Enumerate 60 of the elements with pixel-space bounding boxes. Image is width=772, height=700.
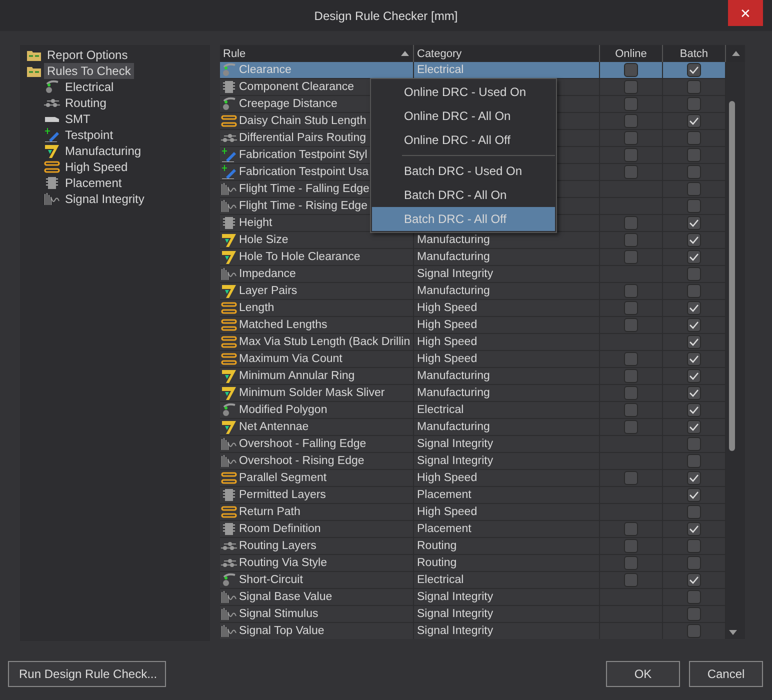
rule-name: Hole To Hole Clearance bbox=[239, 251, 360, 263]
rule-name: Clearance bbox=[239, 64, 292, 76]
rule-name: Creepage Distance bbox=[239, 98, 338, 110]
rule-name: Parallel Segment bbox=[239, 472, 327, 484]
rule-category: Manufacturing bbox=[417, 285, 490, 297]
rule-name: Maximum Via Count bbox=[239, 353, 342, 365]
rule-category: High Speed bbox=[417, 353, 478, 365]
rule-category: Electrical bbox=[417, 64, 464, 76]
rule-category: High Speed bbox=[417, 319, 478, 331]
rule-category: Signal Integrity bbox=[417, 455, 494, 467]
rule-name: Hole Size bbox=[239, 234, 288, 246]
rule-name: Max Via Stub Length (Back Drillin bbox=[239, 336, 410, 348]
rule-name: Flight Time - Rising Edge bbox=[239, 200, 368, 212]
rule-name: Minimum Annular Ring bbox=[239, 370, 355, 382]
rule-name: Matched Lengths bbox=[239, 319, 328, 331]
window-title: Design Rule Checker [mm] bbox=[314, 8, 458, 22]
rule-name: Overshoot - Falling Edge bbox=[239, 438, 366, 450]
rule-category: Electrical bbox=[417, 574, 464, 586]
rule-category: Routing bbox=[417, 557, 457, 569]
rule-name: Overshoot - Rising Edge bbox=[239, 455, 364, 467]
rule-name: Height bbox=[239, 217, 272, 229]
rule-category: Placement bbox=[417, 489, 472, 501]
rule-name: Differential Pairs Routing bbox=[239, 132, 366, 144]
rule-name: Routing Layers bbox=[239, 540, 316, 552]
rule-category: Manufacturing bbox=[417, 370, 490, 382]
rule-category: Manufacturing bbox=[417, 421, 490, 433]
rule-name: Room Definition bbox=[239, 523, 321, 535]
rule-category: High Speed bbox=[417, 472, 478, 484]
rule-name: Fabrication Testpoint Styl bbox=[239, 149, 368, 161]
rule-name: Fabrication Testpoint Usa bbox=[239, 166, 369, 178]
rule-name: Minimum Solder Mask Sliver bbox=[239, 387, 385, 399]
rule-category: High Speed bbox=[417, 302, 478, 314]
rule-name: Length bbox=[239, 302, 274, 314]
rule-category: Signal Integrity bbox=[417, 438, 494, 450]
rule-name: Permitted Layers bbox=[239, 489, 326, 501]
rule-name: Flight Time - Falling Edge bbox=[239, 183, 370, 195]
rule-name: Signal Base Value bbox=[239, 591, 332, 603]
rule-category: Manufacturing bbox=[417, 234, 490, 246]
rule-category: Electrical bbox=[417, 404, 464, 416]
rule-name: Signal Top Value bbox=[239, 625, 324, 637]
rule-category: Manufacturing bbox=[417, 251, 490, 263]
rule-name: Modified Polygon bbox=[239, 404, 328, 416]
rule-category: Manufacturing bbox=[417, 387, 490, 399]
rule-category: Signal Integrity bbox=[417, 268, 494, 280]
rule-name: Routing Via Style bbox=[239, 557, 328, 569]
rule-category: Signal Integrity bbox=[417, 608, 494, 620]
rule-category: Routing bbox=[417, 540, 457, 552]
rule-category: High Speed bbox=[417, 506, 478, 518]
rule-name: Signal Stimulus bbox=[239, 608, 318, 620]
rule-name: Return Path bbox=[239, 506, 300, 518]
rule-name: Impedance bbox=[239, 268, 296, 280]
rule-category: Signal Integrity bbox=[417, 591, 494, 603]
rule-category: Signal Integrity bbox=[417, 625, 494, 637]
rule-category: High Speed bbox=[417, 336, 478, 348]
rule-name: Net Antennae bbox=[239, 421, 309, 433]
rule-name: Daisy Chain Stub Length bbox=[239, 115, 366, 127]
rule-name: Short-Circuit bbox=[239, 574, 303, 586]
rule-category: Placement bbox=[417, 523, 472, 535]
rule-name: Layer Pairs bbox=[239, 285, 298, 297]
rule-name: Component Clearance bbox=[239, 81, 354, 93]
